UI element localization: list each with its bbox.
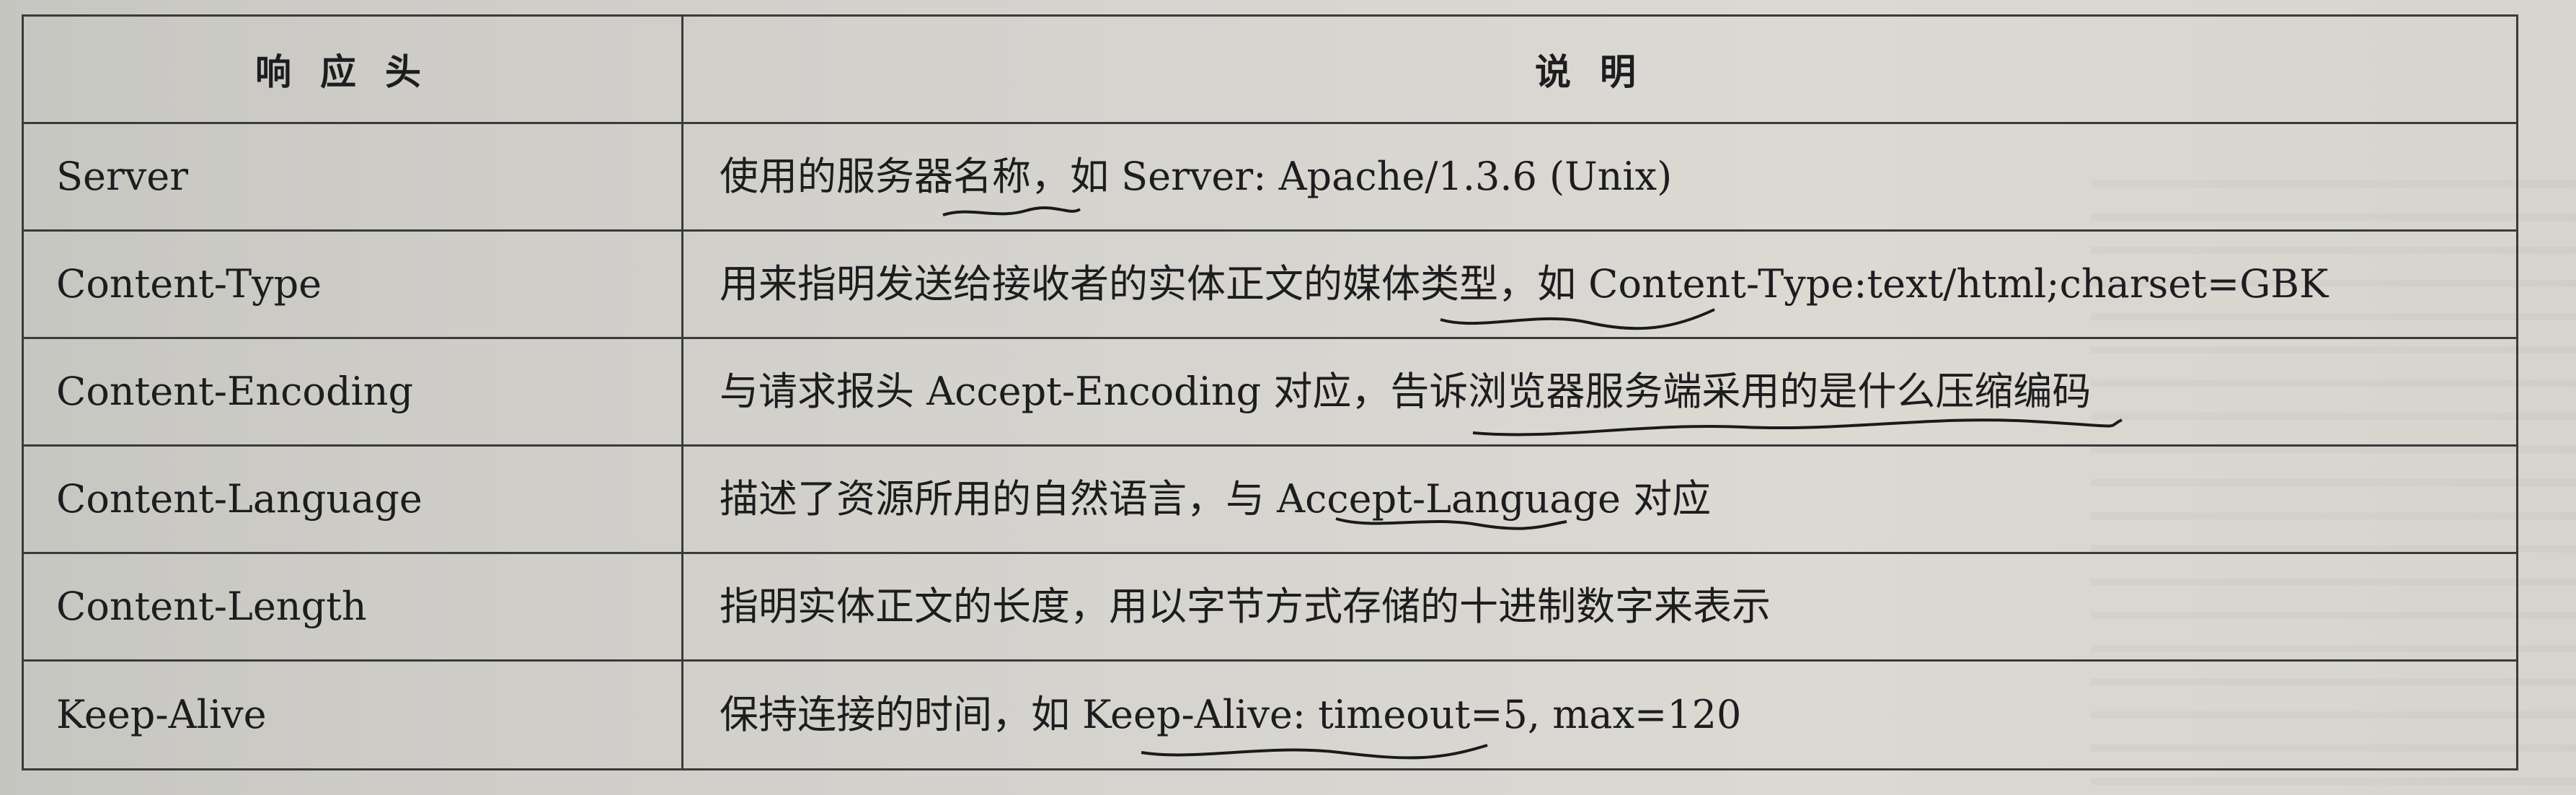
header-response-header: 响应头 [22, 14, 683, 124]
description-cell: 用来指明发送给接收者的实体正文的媒体类型，如 Content-Type:text… [681, 229, 2518, 339]
table-row: Content-Type 用来指明发送给接收者的实体正文的媒体类型，如 Cont… [22, 229, 2518, 339]
table-row: Keep-Alive 保持连接的时间，如 Keep-Alive: timeout… [22, 659, 2518, 770]
handwritten-underline [1440, 308, 1715, 330]
header-name-cell: Content-Encoding [22, 337, 683, 447]
description-text: 保持连接的时间，如 Keep-Alive: timeout=5, max=120 [720, 692, 1742, 738]
description-cell: 与请求报头 Accept-Encoding 对应，告诉浏览器服务端采用的是什么压… [681, 337, 2518, 447]
table-header-row: 响应头 说明 [22, 14, 2518, 124]
header-description: 说明 [681, 14, 2518, 124]
description-text: 指明实体正文的长度，用以字节方式存储的十进制数字来表示 [720, 584, 1771, 630]
table-row: Content-Encoding 与请求报头 Accept-Encoding 对… [22, 337, 2518, 447]
table-row: Content-Length 指明实体正文的长度，用以字节方式存储的十进制数字来… [22, 552, 2518, 662]
description-text: 用来指明发送给接收者的实体正文的媒体类型，如 Content-Type:text… [720, 261, 2329, 307]
header-name-cell: Content-Language [22, 444, 683, 554]
table-container: 响应头 说明 Server 使用的服务器名称，如 Server: Apache/… [22, 14, 2518, 770]
header-name-cell: Content-Type [22, 229, 683, 339]
table-row: Content-Language 描述了资源所用的自然语言，与 Accept-L… [22, 444, 2518, 554]
description-cell: 使用的服务器名称，如 Server: Apache/1.3.6 (Unix) [681, 122, 2518, 232]
handwritten-underline [1141, 744, 1488, 760]
header-name-cell: Keep-Alive [22, 659, 683, 770]
handwritten-underline [942, 206, 1081, 216]
description-cell: 保持连接的时间，如 Keep-Alive: timeout=5, max=120 [681, 659, 2518, 770]
document-page: 响应头 说明 Server 使用的服务器名称，如 Server: Apache/… [0, 0, 2576, 795]
header-name-cell: Server [22, 122, 683, 232]
description-text: 描述了资源所用的自然语言，与 Accept-Language 对应 [720, 476, 1712, 522]
header-name-cell: Content-Length [22, 552, 683, 662]
table-row: Server 使用的服务器名称，如 Server: Apache/1.3.6 (… [22, 122, 2518, 232]
description-cell: 描述了资源所用的自然语言，与 Accept-Language 对应 [681, 444, 2518, 554]
description-text: 使用的服务器名称，如 Server: Apache/1.3.6 (Unix) [720, 154, 1673, 200]
response-headers-table: 响应头 说明 Server 使用的服务器名称，如 Server: Apache/… [22, 14, 2518, 770]
description-cell: 指明实体正文的长度，用以字节方式存储的十进制数字来表示 [681, 552, 2518, 662]
description-text: 与请求报头 Accept-Encoding 对应，告诉浏览器服务端采用的是什么压… [720, 369, 2092, 415]
